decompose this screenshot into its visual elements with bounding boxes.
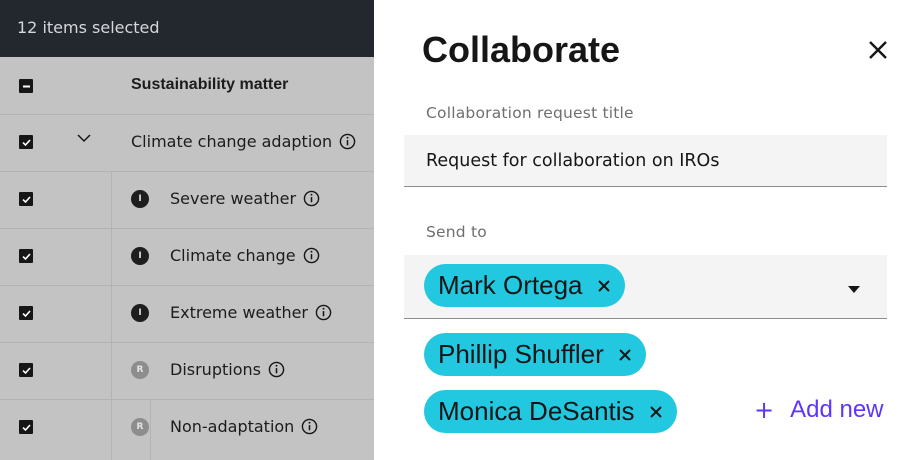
row-checkbox[interactable] — [19, 192, 33, 206]
risk-badge: R — [131, 418, 149, 436]
row-checkbox[interactable] — [19, 135, 33, 149]
close-icon — [869, 41, 887, 59]
plus-icon: + — [754, 396, 775, 424]
checkmark-icon — [21, 138, 31, 146]
recipient-name: Phillip Shuffler — [438, 339, 604, 369]
table-row: I Climate change — [0, 228, 374, 286]
row-checkbox[interactable] — [19, 306, 33, 320]
remove-recipient-icon[interactable] — [618, 348, 632, 362]
row-label-group: Climate change adaption — [131, 132, 356, 151]
impact-badge: I — [131, 247, 149, 265]
selection-bar: 12 items selected — [0, 0, 374, 57]
remove-recipient-icon[interactable] — [597, 279, 611, 293]
recipient-name: Monica DeSantis — [438, 396, 635, 426]
chevron-down-icon[interactable] — [76, 130, 92, 146]
recipient-tag: Mark Ortega — [424, 264, 625, 307]
select-all-checkbox[interactable] — [19, 79, 33, 93]
table-row: Climate change adaption — [0, 114, 374, 172]
info-icon[interactable] — [315, 304, 332, 321]
row-checkbox[interactable] — [19, 420, 33, 434]
remove-recipient-icon[interactable] — [649, 405, 663, 419]
impact-badge: I — [131, 304, 149, 322]
checkmark-icon — [21, 366, 31, 374]
panel-title: Collaborate — [422, 29, 621, 70]
recipient-tag: Phillip Shuffler — [424, 333, 646, 376]
recipient-name: Mark Ortega — [438, 270, 583, 300]
table-header-row: Sustainability matter — [0, 57, 374, 115]
row-label-group: Non-adaptation — [170, 417, 318, 436]
collaboration-title-input[interactable] — [404, 135, 887, 187]
checkmark-icon — [21, 423, 31, 431]
row-label-group: Climate change — [170, 246, 320, 265]
selection-count: 12 items selected — [17, 18, 160, 37]
row-checkbox[interactable] — [19, 249, 33, 263]
row-label: Severe weather — [170, 189, 297, 208]
table-row: I Extreme weather — [0, 285, 374, 343]
items-table-panel: 12 items selected Sustainability matter … — [0, 0, 374, 460]
info-icon[interactable] — [268, 361, 285, 378]
close-button[interactable] — [864, 36, 892, 64]
column-header-sustainability-matter: Sustainability matter — [131, 76, 289, 93]
row-label: Extreme weather — [170, 303, 309, 322]
checkmark-icon — [21, 252, 31, 260]
add-new-label: Add new — [790, 396, 884, 423]
row-label: Climate change adaption — [131, 132, 333, 151]
row-checkbox[interactable] — [19, 363, 33, 377]
table-row: R Disruptions — [0, 342, 374, 400]
collaborate-panel: Collaborate Collaboration request title … — [374, 0, 920, 460]
row-label: Disruptions — [170, 360, 261, 379]
add-new-button[interactable]: + Add new — [754, 396, 884, 424]
row-label-group: Severe weather — [170, 189, 320, 208]
checkmark-icon — [21, 309, 31, 317]
recipient-tag: Monica DeSantis — [424, 390, 677, 433]
info-icon[interactable] — [301, 418, 318, 435]
row-label-group: Extreme weather — [170, 303, 332, 322]
risk-badge: R — [131, 361, 149, 379]
send-to-label: Send to — [426, 223, 487, 241]
title-field-label: Collaboration request title — [426, 104, 634, 122]
info-icon[interactable] — [303, 190, 320, 207]
row-label-group: Disruptions — [170, 360, 285, 379]
indeterminate-icon — [22, 85, 30, 87]
info-icon[interactable] — [303, 247, 320, 264]
impact-badge: I — [131, 190, 149, 208]
row-label: Climate change — [170, 246, 296, 265]
info-icon[interactable] — [339, 133, 356, 150]
table-row: R Non-adaptation — [0, 399, 374, 456]
dropdown-arrow-icon[interactable] — [848, 286, 860, 293]
checkmark-icon — [21, 195, 31, 203]
table-row: I Severe weather — [0, 171, 374, 229]
row-label: Non-adaptation — [170, 417, 295, 436]
